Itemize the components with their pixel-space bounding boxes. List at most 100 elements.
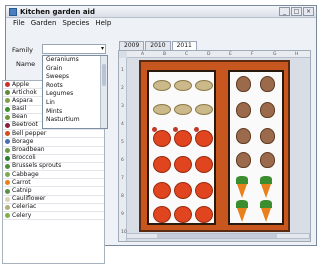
close-button[interactable]: ×: [303, 7, 314, 16]
tomato-icon[interactable]: [195, 156, 213, 173]
carrot-icon[interactable]: [260, 200, 272, 208]
tomato-icon[interactable]: [195, 130, 213, 147]
maximize-button[interactable]: □: [291, 7, 302, 16]
carrot-root-icon: [237, 184, 247, 198]
tab-2009[interactable]: 2009: [119, 41, 145, 50]
plant-icon: [5, 82, 10, 88]
plant-list-item[interactable]: Celery: [3, 211, 104, 221]
potato-icon[interactable]: [174, 80, 192, 91]
potato-icon[interactable]: [174, 104, 192, 115]
carrot-icon[interactable]: [236, 176, 248, 184]
tomato-icon[interactable]: [174, 130, 192, 147]
plant-icon: [5, 131, 10, 137]
onion-icon[interactable]: [236, 128, 251, 144]
ruler-tick: E: [229, 52, 232, 57]
ruler-tick: B: [163, 52, 167, 57]
plant-icon: [5, 90, 10, 96]
garden-bed[interactable]: [139, 60, 290, 232]
plant-label: Basil: [12, 105, 27, 113]
dropdown-item[interactable]: Legumes: [43, 90, 107, 99]
ruler-tick: 4: [121, 122, 124, 127]
ruler-tick: 7: [121, 176, 124, 181]
onion-icon[interactable]: [236, 76, 251, 92]
plant-label: Bell pepper: [12, 129, 47, 137]
plant-icon: [5, 163, 10, 169]
plant-label: Beetroot: [12, 121, 38, 129]
dropdown-item[interactable]: Grain: [43, 65, 107, 74]
tomato-icon[interactable]: [153, 182, 171, 199]
plant-label: Apple: [12, 80, 30, 88]
tomato-icon[interactable]: [174, 206, 192, 223]
dropdown-scrollbar[interactable]: [100, 56, 107, 128]
ruler-tick: 8: [121, 194, 124, 199]
scrollbar-thumb[interactable]: [157, 234, 277, 238]
year-tabs: 2009 2010 2011: [119, 41, 197, 50]
carrot-icon[interactable]: [236, 200, 248, 208]
plant-icon: [5, 204, 10, 210]
plant-label: Catnip: [12, 186, 32, 194]
plant-icon: [5, 196, 10, 202]
family-dropdown-list[interactable]: Geraniums Grain Sweeps Roots Legumes Lin…: [42, 55, 108, 129]
plant-icon: [5, 114, 10, 120]
plant-label: Cabbage: [12, 170, 39, 178]
ruler-tick: F: [251, 52, 254, 57]
plant-icon: [5, 213, 10, 219]
onion-icon[interactable]: [260, 152, 275, 168]
plant-icon: [5, 147, 10, 153]
tomato-icon[interactable]: [195, 182, 213, 199]
plant-label: Celery: [12, 211, 32, 219]
plant-label: Bean: [12, 113, 28, 121]
window-title: Kitchen garden aid: [20, 7, 95, 16]
name-label: Name: [16, 60, 36, 68]
onion-icon[interactable]: [260, 76, 275, 92]
ruler-tick: 2: [121, 86, 124, 91]
dropdown-item[interactable]: Lin: [43, 99, 107, 108]
plant-icon: [5, 155, 10, 161]
potato-icon[interactable]: [153, 80, 171, 91]
tomato-icon[interactable]: [195, 206, 213, 223]
dropdown-item[interactable]: Roots: [43, 82, 107, 91]
ruler-tick: A: [141, 52, 145, 57]
minimize-button[interactable]: _: [279, 7, 290, 16]
plant-icon: [5, 180, 10, 186]
tomato-icon[interactable]: [153, 130, 171, 147]
potato-icon[interactable]: [195, 80, 213, 91]
chevron-down-icon[interactable]: ▾: [101, 45, 104, 52]
dropdown-item[interactable]: Sweeps: [43, 73, 107, 82]
plant-icon: [5, 172, 10, 178]
plot-right[interactable]: [228, 70, 284, 225]
tomato-icon[interactable]: [153, 206, 171, 223]
plant-label: Cauliflower: [12, 195, 46, 203]
ruler-left: 1 2 3 4 5 6 7 8 9 10: [119, 58, 127, 241]
potato-icon[interactable]: [153, 104, 171, 115]
potato-icon[interactable]: [195, 104, 213, 115]
carrot-icon[interactable]: [260, 176, 272, 184]
family-select[interactable]: ▾: [42, 44, 106, 54]
dropdown-item[interactable]: Mints: [43, 108, 107, 117]
scrollbar-thumb[interactable]: [102, 64, 106, 86]
onion-icon[interactable]: [236, 102, 251, 118]
dropdown-item[interactable]: Nasturtium: [43, 116, 107, 125]
onion-icon[interactable]: [260, 128, 275, 144]
plant-icon: [5, 139, 10, 145]
plant-icon: [5, 188, 10, 194]
app-icon: [9, 7, 17, 16]
tab-2010[interactable]: 2010: [145, 41, 171, 50]
plant-label: Carrot: [12, 178, 31, 186]
plant-label: Broccoli: [12, 154, 36, 162]
plant-icon: [5, 98, 10, 104]
tomato-icon[interactable]: [174, 182, 192, 199]
onion-icon[interactable]: [260, 102, 275, 118]
plant-label: Celeriac: [12, 203, 37, 211]
plot-left[interactable]: [147, 70, 216, 225]
onion-icon[interactable]: [236, 152, 251, 168]
tomato-icon[interactable]: [153, 156, 171, 173]
tab-2011[interactable]: 2011: [171, 41, 197, 50]
horizontal-scrollbar[interactable]: [126, 233, 310, 239]
warning-badge-icon: [194, 127, 199, 132]
plant-label: Brussels sprouts: [12, 162, 62, 170]
carrot-root-icon: [261, 208, 271, 222]
ruler-top: A B C D E F G H: [127, 51, 310, 58]
tomato-icon[interactable]: [174, 156, 192, 173]
dropdown-item[interactable]: Geraniums: [43, 56, 107, 65]
